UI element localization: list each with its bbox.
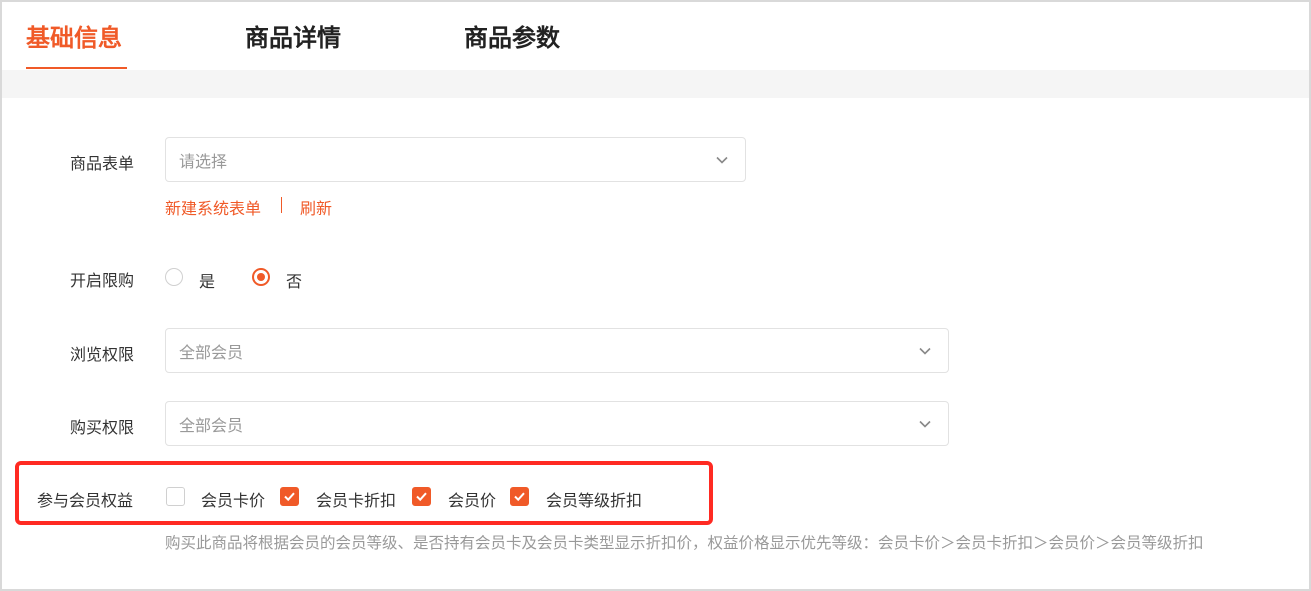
purchase-limit-no-radio[interactable] — [252, 268, 270, 286]
purchase-limit-no-label[interactable]: 否 — [286, 268, 302, 292]
tab-bar: 基础信息 商品详情 商品参数 — [0, 0, 1307, 70]
member-benefits-hint: 购买此商品将根据会员的会员等级、是否持有会员卡及会员卡类型显示折扣价，权益价格显… — [165, 534, 1204, 552]
chevron-down-icon — [716, 156, 728, 164]
section-divider — [2, 70, 1309, 98]
member-level-discount-checkbox[interactable] — [510, 487, 529, 506]
product-form-placeholder: 请选择 — [179, 151, 228, 171]
refresh-link[interactable]: 刷新 — [300, 195, 332, 219]
check-icon — [284, 492, 295, 502]
member-benefits-label: 参与会员权益 — [37, 491, 134, 510]
create-system-form-link[interactable]: 新建系统表单 — [165, 195, 261, 219]
member-card-discount-label[interactable]: 会员卡折扣 — [316, 487, 396, 511]
active-tab-indicator — [26, 67, 127, 69]
member-price-label[interactable]: 会员价 — [448, 487, 496, 511]
product-form-select[interactable]: 请选择 — [165, 137, 746, 182]
purchase-limit-label: 开启限购 — [70, 271, 135, 290]
product-form-label: 商品表单 — [70, 154, 135, 173]
chevron-down-icon — [919, 420, 931, 428]
browse-permission-select[interactable]: 全部会员 — [165, 328, 949, 373]
member-card-price-checkbox[interactable] — [166, 487, 185, 506]
check-icon — [514, 492, 525, 502]
check-icon — [416, 492, 427, 502]
chevron-down-icon — [919, 347, 931, 355]
browse-permission-value: 全部会员 — [179, 342, 244, 362]
link-separator — [281, 197, 282, 213]
member-card-discount-checkbox[interactable] — [280, 487, 299, 506]
tab-product-params[interactable]: 商品参数 — [464, 18, 560, 53]
purchase-limit-yes-radio[interactable] — [165, 268, 183, 286]
member-level-discount-label[interactable]: 会员等级折扣 — [546, 487, 642, 511]
tab-basic-info[interactable]: 基础信息 — [26, 18, 122, 53]
buy-permission-label: 购买权限 — [70, 418, 135, 437]
member-price-checkbox[interactable] — [412, 487, 431, 506]
browse-permission-label: 浏览权限 — [70, 345, 135, 364]
member-card-price-label[interactable]: 会员卡价 — [201, 487, 265, 511]
buy-permission-select[interactable]: 全部会员 — [165, 401, 949, 446]
purchase-limit-yes-label[interactable]: 是 — [199, 268, 215, 292]
tab-product-details[interactable]: 商品详情 — [245, 18, 341, 53]
buy-permission-value: 全部会员 — [179, 415, 244, 435]
